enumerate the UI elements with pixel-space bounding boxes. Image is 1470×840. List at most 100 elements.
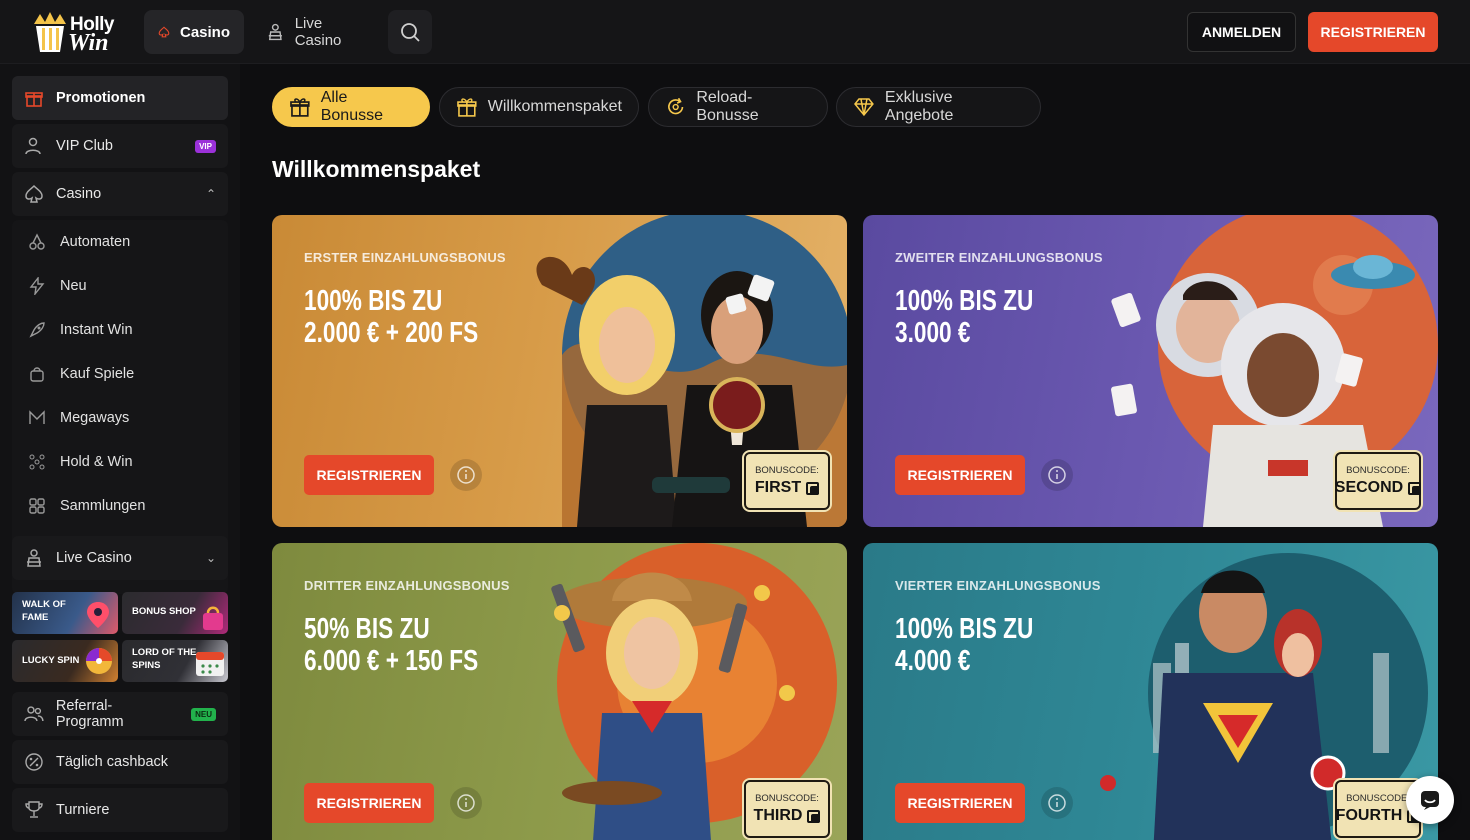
card-headline-line2: 4.000 € (895, 645, 971, 677)
submenu-item-kauf-spiele[interactable]: Kauf Spiele (28, 358, 134, 390)
shopping-bag-icon (203, 606, 223, 630)
bonus-code-label: BONUSCODE: (1346, 793, 1410, 804)
hollywin-logo[interactable]: Holly Win (28, 8, 124, 56)
info-icon[interactable] (1041, 787, 1073, 819)
bonus-code-badge[interactable]: BONUSCODE: THIRD (744, 780, 830, 838)
sidebar-item-live-casino[interactable]: Live Casino ⌄ (12, 536, 228, 580)
submenu-label: Hold & Win (60, 454, 133, 470)
tab-label: Willkommenspaket (487, 98, 622, 115)
rocket-icon (29, 322, 45, 338)
card-headline: 50% BIS ZU 6.000 € + 150 FS (304, 613, 478, 677)
bonus-code-badge[interactable]: BONUSCODE: FIRST (744, 452, 830, 510)
gift-box-icon (457, 98, 477, 117)
tab-reload-bonusse[interactable]: Reload-Bonusse (648, 87, 828, 127)
nav-live-casino[interactable]: Live Casino (252, 10, 382, 54)
dots-grid-icon (29, 454, 45, 470)
spade-icon (25, 184, 43, 203)
gift-icon (290, 98, 310, 117)
card-headline-line2: 2.000 € + 200 FS (304, 317, 479, 349)
tab-label: Exklusive Angebote (884, 89, 954, 124)
card-headline: 100% BIS ZU 2.000 € + 200 FS (304, 285, 478, 349)
chevron-up-icon[interactable]: ⌃ (206, 187, 216, 201)
submenu-item-sammlungen[interactable]: Sammlungen (28, 490, 145, 522)
user-icon (25, 137, 41, 155)
card-headline-line1: 50% BIS ZU (304, 613, 430, 645)
sidebar-item-tournaments[interactable]: Turniere (12, 788, 228, 832)
info-icon[interactable] (450, 787, 482, 819)
dealer-icon (27, 549, 41, 567)
search-icon (401, 23, 420, 42)
tile-bonus-shop[interactable]: BONUS SHOP (122, 592, 228, 634)
sidebar-item-label: Casino (56, 186, 102, 202)
tab-alle-bonusse[interactable]: Alle Bonusse (272, 87, 430, 127)
nav-casino-label: Casino (179, 23, 230, 41)
sidebar-item-vip-club[interactable]: VIP Club VIP (12, 124, 228, 168)
tab-willkommenspaket[interactable]: Willkommenspaket (439, 87, 639, 127)
tab-label: Alle Bonusse (320, 89, 383, 124)
section-title: Willkommenspaket (272, 156, 481, 182)
bonus-card-third-deposit[interactable]: DRITTER EINZAHLUNGSBONUS 50% BIS ZU 6.00… (272, 543, 847, 840)
chat-button[interactable] (1406, 776, 1454, 824)
gift-icon (25, 92, 43, 107)
new-badge: NEU (191, 707, 216, 721)
register-button[interactable]: REGISTRIEREN (304, 455, 434, 495)
card-headline-line2: 3.000 € (895, 317, 971, 349)
tab-exklusive-angebote[interactable]: Exklusive Angebote (836, 87, 1041, 127)
sidebar-item-casino[interactable]: Casino ⌃ (12, 172, 228, 216)
submenu-item-hold-win[interactable]: Hold & Win (28, 446, 133, 478)
logo-text-win: Win (68, 30, 109, 56)
login-button[interactable]: ANMELDEN (1187, 12, 1296, 52)
bonus-card-fourth-deposit[interactable]: VIERTER EINZAHLUNGSBONUS 100% BIS ZU 4.0… (863, 543, 1438, 840)
submenu-item-instant-win[interactable]: Instant Win (28, 314, 133, 346)
submenu-item-megaways[interactable]: Megaways (28, 402, 129, 434)
nav-casino[interactable]: Casino (144, 10, 244, 54)
lightning-icon (29, 277, 45, 295)
bonus-code-value: FIRST (754, 479, 802, 496)
card-kicker: ZWEITER EINZAHLUNGSBONUS (895, 250, 1103, 265)
bonus-code-badge[interactable]: BONUSCODE: SECOND (1335, 452, 1422, 510)
submenu-item-neu[interactable]: Neu (28, 270, 87, 302)
submenu-item-automaten[interactable]: Automaten (28, 226, 130, 258)
card-kicker: ERSTER EINZAHLUNGSBONUS (304, 250, 506, 265)
register-button[interactable]: REGISTRIEREN (895, 455, 1025, 495)
sidebar-item-promotions[interactable]: Promotionen (12, 76, 228, 120)
card-kicker: DRITTER EINZAHLUNGSBONUS (304, 578, 510, 593)
card-headline-line1: 100% BIS ZU (895, 613, 1034, 645)
tile-lord-of-the-spins[interactable]: LORD OF THE SPINS (122, 640, 228, 682)
chevron-down-icon[interactable]: ⌄ (206, 551, 216, 565)
bonus-card-second-deposit[interactable]: ZWEITER EINZAHLUNGSBONUS 100% BIS ZU 3.0… (863, 215, 1438, 527)
submenu-label: Neu (60, 278, 87, 294)
register-button[interactable]: REGISTRIEREN (895, 783, 1025, 823)
sidebar: Promotionen VIP Club VIP Casino ⌃ Automa… (0, 64, 240, 840)
crown-icon (34, 12, 66, 52)
sidebar-item-label: Referral-Programm (55, 698, 124, 730)
tile-walk-of-fame[interactable]: WALK OF FAME (12, 592, 118, 634)
sidebar-item-label: Täglich cashback (56, 754, 169, 770)
sidebar-item-cashback[interactable]: Täglich cashback (12, 740, 228, 784)
bonus-code-label: BONUSCODE: (755, 465, 819, 476)
wheel-icon (86, 648, 112, 674)
users-icon (24, 706, 44, 722)
chat-icon (1421, 791, 1439, 810)
register-button[interactable]: REGISTRIEREN (1308, 12, 1438, 52)
bonus-code-label: BONUSCODE: (755, 793, 819, 804)
copy-icon[interactable] (807, 809, 821, 823)
copy-icon[interactable] (806, 481, 820, 495)
sidebar-item-label: Promotionen (56, 90, 146, 106)
vip-badge: VIP (195, 139, 216, 153)
cherries-icon (29, 233, 45, 250)
submenu-label: Sammlungen (60, 498, 146, 514)
tile-lucky-spin[interactable]: LUCKY SPIN (12, 640, 118, 682)
megaways-icon (29, 410, 45, 424)
sidebar-item-referral[interactable]: Referral-Programm NEU (12, 692, 228, 736)
info-icon[interactable] (1041, 459, 1073, 491)
sidebar-item-label: Turniere (56, 802, 110, 818)
search-button[interactable] (388, 10, 432, 54)
info-icon[interactable] (450, 459, 482, 491)
bonus-code-label: BONUSCODE: (1346, 465, 1410, 476)
copy-icon[interactable] (1408, 481, 1422, 495)
trophy-icon (25, 801, 43, 818)
diamond-icon (854, 98, 874, 117)
bonus-card-first-deposit[interactable]: ERSTER EINZAHLUNGSBONUS 100% BIS ZU 2.00… (272, 215, 847, 527)
register-button[interactable]: REGISTRIEREN (304, 783, 434, 823)
